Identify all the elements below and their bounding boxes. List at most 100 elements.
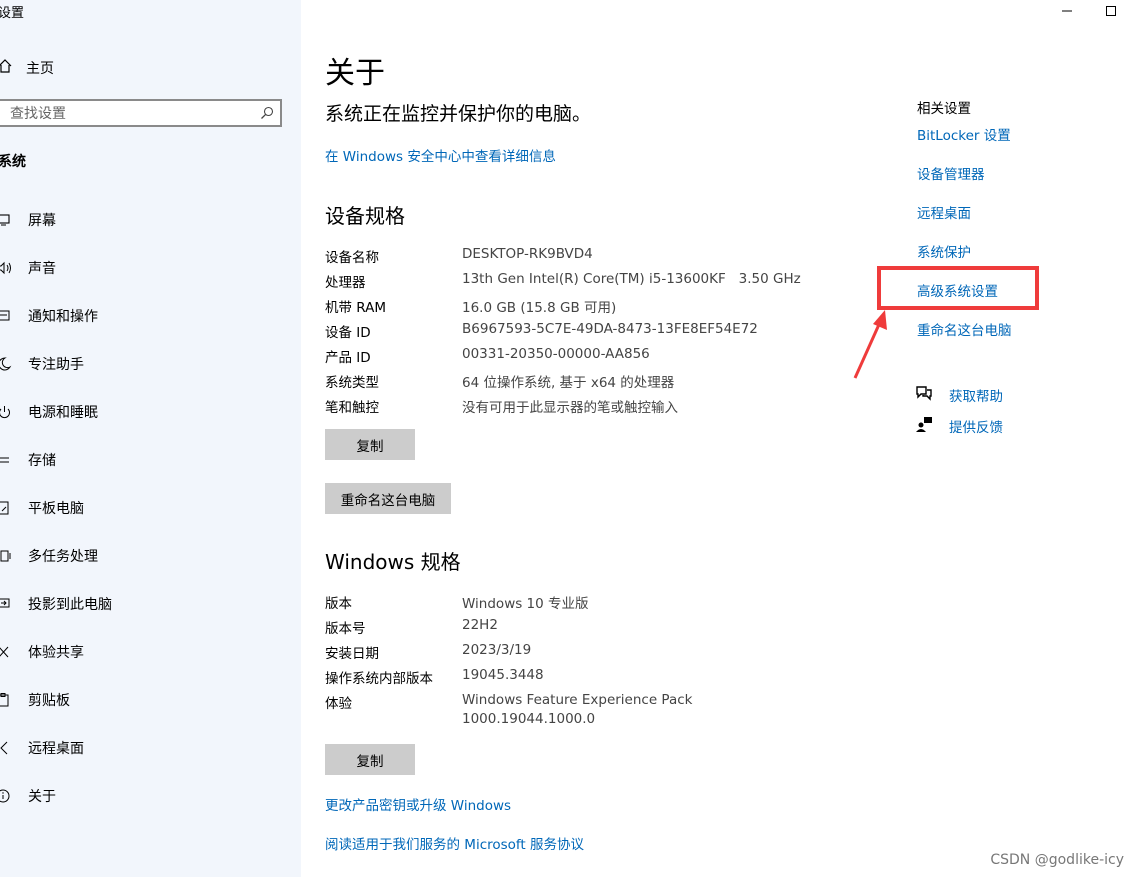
minimize-icon [1062, 10, 1072, 12]
sidebar-item-power[interactable]: 电源和睡眠 [0, 402, 98, 422]
spec-value: 没有可用于此显示器的笔或触控输入 [462, 400, 678, 416]
remote-desktop-link[interactable]: 远程桌面 [917, 202, 971, 222]
spec-key: 安装日期 [325, 646, 379, 662]
tablet-icon [0, 500, 12, 516]
spec-key: 版本号 [325, 621, 366, 637]
spec-value: 13th Gen Intel(R) Core(TM) i5-13600KF 3.… [462, 271, 801, 287]
feedback-person-icon [915, 416, 933, 436]
rename-pc-link[interactable]: 重命名这台电脑 [917, 319, 1012, 339]
clipboard-icon [0, 692, 12, 708]
maximize-icon [1106, 6, 1116, 16]
multitask-icon [0, 548, 12, 564]
sidebar-item-about[interactable]: 关于 [0, 786, 56, 806]
get-help-label[interactable]: 获取帮助 [949, 385, 1003, 405]
sidebar-item-label: 屏幕 [28, 213, 56, 229]
sidebar-item-label: 电源和睡眠 [28, 405, 98, 421]
page-title: 关于 [325, 56, 385, 91]
sidebar-item-label: 多任务处理 [28, 549, 98, 565]
spec-value: 1000.19044.1000.0 [462, 711, 596, 727]
home-icon [0, 58, 12, 78]
spec-value: 19045.3448 [462, 667, 544, 683]
windows-specs-title: Windows 规格 [325, 550, 461, 574]
info-icon [0, 788, 12, 804]
window-title: 设置 [0, 6, 25, 21]
microsoft-services-agreement-link[interactable]: 阅读适用于我们服务的 Microsoft 服务协议 [325, 833, 584, 853]
sidebar-item-label: 剪贴板 [28, 693, 70, 709]
protection-status-text: 系统正在监控并保护你的电脑。 [325, 103, 592, 125]
sidebar-item-label: 关于 [28, 789, 56, 805]
sidebar-item-label: 投影到此电脑 [28, 597, 112, 613]
notification-icon [0, 308, 12, 324]
spec-value: B6967593-5C7E-49DA-8473-13FE8EF54E72 [462, 321, 758, 337]
projector-icon [0, 596, 12, 612]
sidebar-item-label: 平板电脑 [28, 501, 84, 517]
watermark: CSDN @godlike-icy [990, 852, 1124, 868]
main-content: 关于 系统正在监控并保护你的电脑。 在 Windows 安全中心中查看详细信息 … [301, 0, 1139, 877]
annotation-arrow-icon [853, 310, 887, 379]
spec-key: 体验 [325, 696, 352, 712]
search-input[interactable] [0, 101, 252, 127]
search-icon[interactable] [260, 105, 274, 124]
security-center-link[interactable]: 在 Windows 安全中心中查看详细信息 [325, 145, 556, 165]
sidebar-item-shared[interactable]: 体验共享 [0, 642, 84, 662]
spec-value: Windows Feature Experience Pack [462, 692, 693, 708]
highlight-annotation-box [877, 266, 1039, 310]
system-protection-link[interactable]: 系统保护 [917, 241, 971, 261]
remote-icon [0, 740, 12, 756]
spec-key: 机带 RAM [325, 300, 387, 316]
change-product-key-link[interactable]: 更改产品密钥或升级 Windows [325, 794, 511, 814]
maximize-button[interactable] [1104, 4, 1118, 18]
device-manager-link[interactable]: 设备管理器 [917, 163, 985, 183]
sidebar-item-storage[interactable]: 存储 [0, 450, 56, 470]
power-icon [0, 404, 12, 420]
storage-icon [0, 452, 12, 468]
spec-key: 处理器 [325, 275, 366, 291]
moon-icon [0, 356, 12, 372]
spec-value: 00331-20350-00000-AA856 [462, 346, 650, 362]
share-icon [0, 644, 12, 660]
related-settings-title: 相关设置 [917, 101, 971, 117]
search-box[interactable] [0, 99, 282, 127]
spec-key: 操作系统内部版本 [325, 671, 433, 687]
bitlocker-settings-link[interactable]: BitLocker 设置 [917, 124, 1011, 144]
sidebar-item-display[interactable]: 屏幕 [0, 210, 56, 230]
sidebar-item-multitasking[interactable]: 多任务处理 [0, 546, 98, 566]
sidebar-item-clipboard[interactable]: 剪贴板 [0, 690, 70, 710]
spec-value: 2023/3/19 [462, 642, 532, 658]
spec-key: 笔和触控 [325, 400, 379, 416]
get-help-link[interactable]: 获取帮助 [915, 385, 1003, 405]
sidebar-item-remote-desktop[interactable]: 远程桌面 [0, 738, 84, 758]
sidebar: 设置 主页 系统 屏幕 声音 通知和操作 专注助手 电源和睡眠 存储 平板 [0, 0, 301, 877]
sidebar-item-label: 体验共享 [28, 645, 84, 661]
spec-value: Windows 10 专业版 [462, 596, 589, 612]
copy-device-specs-button[interactable]: 复制 [325, 429, 415, 460]
sidebar-item-sound[interactable]: 声音 [0, 258, 56, 278]
copy-windows-specs-button[interactable]: 复制 [325, 744, 415, 775]
spec-value: DESKTOP-RK9BVD4 [462, 246, 593, 262]
sidebar-item-notifications[interactable]: 通知和操作 [0, 306, 98, 326]
sidebar-item-label: 远程桌面 [28, 741, 84, 757]
sidebar-item-label: 通知和操作 [28, 309, 98, 325]
give-feedback-label[interactable]: 提供反馈 [949, 416, 1003, 436]
sidebar-item-project[interactable]: 投影到此电脑 [0, 594, 112, 614]
spec-value: 16.0 GB (15.8 GB 可用) [462, 300, 617, 316]
rename-pc-button[interactable]: 重命名这台电脑 [325, 483, 451, 514]
sidebar-item-focus[interactable]: 专注助手 [0, 354, 84, 374]
spec-key: 设备名称 [325, 250, 379, 266]
spec-key: 设备 ID [325, 325, 371, 341]
monitor-icon [0, 212, 12, 228]
sidebar-item-tablet[interactable]: 平板电脑 [0, 498, 84, 518]
sidebar-item-label: 声音 [28, 261, 56, 277]
sidebar-section-title: 系统 [0, 154, 26, 170]
give-feedback-link[interactable]: 提供反馈 [915, 416, 1003, 436]
sidebar-item-label: 专注助手 [28, 357, 84, 373]
sidebar-item-label: 主页 [26, 61, 54, 77]
spec-key: 版本 [325, 596, 352, 612]
sidebar-item-home[interactable]: 主页 [0, 58, 54, 78]
spec-value: 22H2 [462, 617, 498, 633]
device-specs-title: 设备规格 [325, 204, 405, 228]
help-chat-icon [915, 385, 933, 405]
minimize-button[interactable] [1060, 4, 1074, 18]
spec-key: 系统类型 [325, 375, 379, 391]
speaker-icon [0, 260, 12, 276]
